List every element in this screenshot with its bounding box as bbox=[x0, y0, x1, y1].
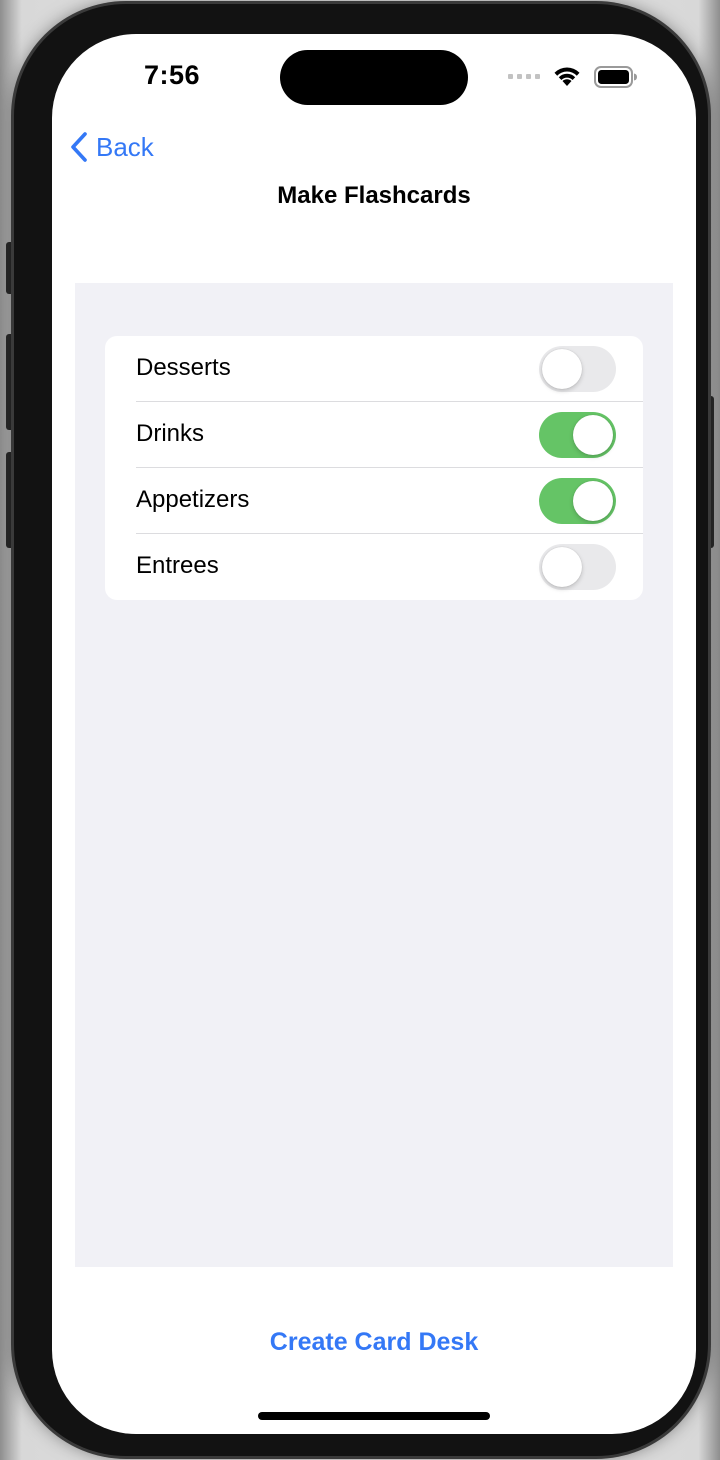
volume-up-button bbox=[6, 334, 14, 430]
list-item-drinks: Drinks bbox=[105, 402, 643, 468]
category-list: Desserts Drinks Appetizers Entrees bbox=[105, 336, 643, 600]
form-background: Desserts Drinks Appetizers Entrees bbox=[75, 283, 673, 1267]
drinks-toggle[interactable] bbox=[539, 412, 616, 458]
toggle-knob bbox=[542, 349, 582, 389]
list-item-desserts: Desserts bbox=[105, 336, 643, 402]
toggle-knob bbox=[573, 481, 613, 521]
action-button bbox=[6, 242, 14, 294]
category-label: Drinks bbox=[136, 420, 205, 447]
category-label: Entrees bbox=[136, 552, 219, 579]
category-label: Desserts bbox=[136, 354, 231, 381]
battery-icon bbox=[594, 66, 637, 88]
category-label: Appetizers bbox=[136, 486, 250, 513]
volume-down-button bbox=[6, 452, 14, 548]
dynamic-island bbox=[280, 50, 468, 105]
page-title: Make Flashcards bbox=[277, 182, 471, 209]
home-indicator bbox=[258, 1412, 490, 1420]
desserts-toggle[interactable] bbox=[539, 346, 616, 392]
create-card-desk-button[interactable]: Create Card Desk bbox=[52, 1328, 696, 1357]
chevron-left-icon bbox=[71, 132, 87, 162]
screen: 7:56 Back Make Flashcards Desserts Drink… bbox=[52, 34, 696, 1434]
list-item-appetizers: Appetizers bbox=[105, 468, 643, 534]
entrees-toggle[interactable] bbox=[539, 544, 616, 590]
toggle-knob bbox=[573, 415, 613, 455]
back-button[interactable]: Back bbox=[70, 130, 154, 164]
cellular-signal-icon bbox=[508, 74, 540, 79]
toggle-knob bbox=[542, 547, 582, 587]
wifi-icon bbox=[554, 67, 580, 86]
appetizers-toggle[interactable] bbox=[539, 478, 616, 524]
status-time: 7:56 bbox=[144, 60, 201, 90]
list-item-entrees: Entrees bbox=[105, 534, 643, 600]
back-label: Back bbox=[96, 131, 154, 162]
phone-frame: 7:56 Back Make Flashcards Desserts Drink… bbox=[14, 4, 708, 1456]
